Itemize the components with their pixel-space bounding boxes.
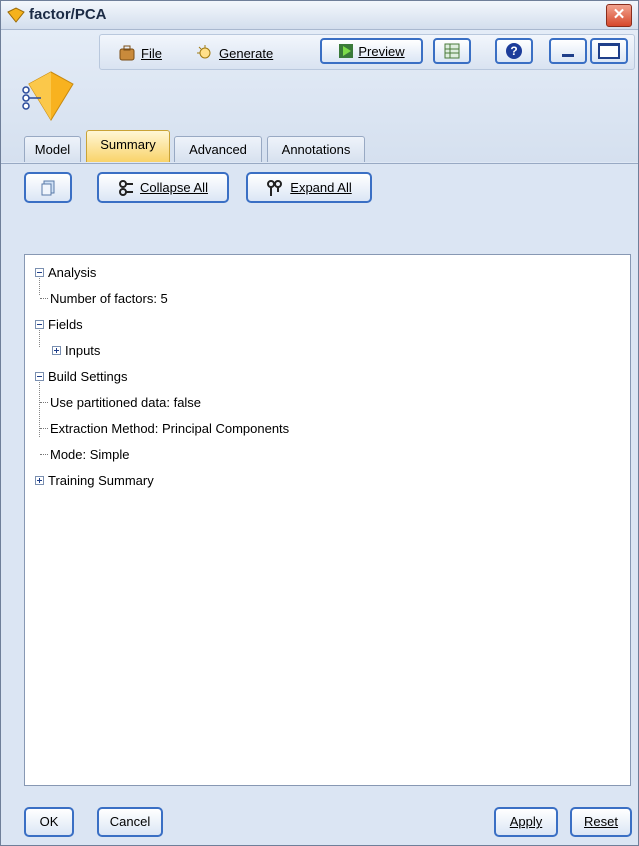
- collapse-toggle-icon[interactable]: [35, 371, 44, 381]
- minimize-icon: [562, 53, 574, 57]
- reset-button[interactable]: Reset: [570, 807, 632, 837]
- maximize-button[interactable]: [590, 38, 628, 64]
- summary-tree: Analysis Number of factors: 5 Fields Inp…: [24, 254, 631, 786]
- tree-node-build-settings[interactable]: Build Settings: [35, 367, 128, 385]
- generate-menu[interactable]: Generate: [196, 43, 273, 63]
- preview-button[interactable]: Preview: [320, 38, 423, 64]
- file-icon: [119, 45, 135, 61]
- tree-node-fields[interactable]: Fields: [35, 315, 83, 333]
- export-button[interactable]: [433, 38, 471, 64]
- tree-label: Mode: Simple: [50, 446, 130, 462]
- cancel-button[interactable]: Cancel: [97, 807, 163, 837]
- apply-button[interactable]: Apply: [494, 807, 558, 837]
- tree-connector: [40, 427, 48, 429]
- collapse-toggle-icon[interactable]: [35, 267, 44, 277]
- tree-label: Build Settings: [48, 368, 128, 384]
- tree-label: Extraction Method: Principal Components: [50, 420, 290, 436]
- help-button[interactable]: ?: [495, 38, 533, 64]
- tree-leaf-mode[interactable]: Mode: Simple: [40, 445, 129, 463]
- file-menu[interactable]: File: [118, 43, 162, 63]
- tree-connector: [40, 297, 48, 299]
- tree-connector: [40, 453, 48, 455]
- file-label: File: [141, 45, 162, 61]
- expand-toggle-icon[interactable]: [35, 475, 44, 485]
- collapse-icon: [119, 179, 134, 196]
- title-bar[interactable]: factor/PCA ✕: [1, 1, 638, 30]
- collapse-toggle-icon[interactable]: [35, 319, 44, 329]
- tree-label: Fields: [48, 316, 83, 332]
- expand-toggle-icon[interactable]: [52, 345, 61, 355]
- dialog-window: factor/PCA ✕ File Generate Preview ? Mod…: [0, 0, 639, 846]
- collapse-all-button[interactable]: Collapse All: [97, 172, 229, 203]
- toolbar: File Generate Preview ?: [99, 34, 635, 70]
- panel-toolbar: Collapse All Expand All: [1, 164, 638, 210]
- tree-connector: [40, 401, 48, 403]
- export-icon: [444, 43, 460, 59]
- expand-all-button[interactable]: Expand All: [246, 172, 372, 203]
- tab-summary[interactable]: Summary: [86, 130, 170, 162]
- tree-label: Training Summary: [48, 472, 154, 488]
- tree-node-training-summary[interactable]: Training Summary: [35, 471, 154, 489]
- tree-label: Analysis: [48, 264, 97, 280]
- tab-advanced[interactable]: Advanced: [174, 136, 262, 162]
- node-diamond-icon: [7, 7, 25, 23]
- tree-label: Use partitioned data: false: [50, 394, 202, 410]
- window-title: factor/PCA: [29, 6, 107, 23]
- model-node-icon: [22, 71, 74, 121]
- expand-icon: [267, 179, 283, 196]
- close-button[interactable]: ✕: [606, 4, 632, 27]
- copy-button[interactable]: [24, 172, 72, 203]
- maximize-icon: [598, 43, 620, 59]
- tree-label: Number of factors: 5: [50, 290, 168, 306]
- ok-button[interactable]: OK: [24, 807, 74, 837]
- expand-all-label: Expand All: [290, 180, 352, 195]
- tab-annotations[interactable]: Annotations: [267, 136, 365, 162]
- tree-leaf-extraction-method[interactable]: Extraction Method: Principal Components: [40, 419, 289, 437]
- preview-label: Preview: [358, 43, 405, 59]
- copy-icon: [41, 180, 55, 195]
- tree-leaf-number-of-factors[interactable]: Number of factors: 5: [40, 289, 168, 307]
- generate-icon: [197, 45, 211, 59]
- preview-icon: [339, 44, 354, 58]
- tree-label: Inputs: [65, 342, 101, 358]
- tree-node-analysis[interactable]: Analysis: [35, 263, 96, 281]
- tree-node-inputs[interactable]: Inputs: [52, 341, 100, 359]
- help-icon: ?: [506, 43, 522, 59]
- generate-label: Generate: [219, 45, 274, 61]
- tab-model[interactable]: Model: [24, 136, 81, 162]
- tree-leaf-use-partitioned[interactable]: Use partitioned data: false: [40, 393, 201, 411]
- minimize-button[interactable]: [549, 38, 587, 64]
- collapse-all-label: Collapse All: [140, 180, 208, 195]
